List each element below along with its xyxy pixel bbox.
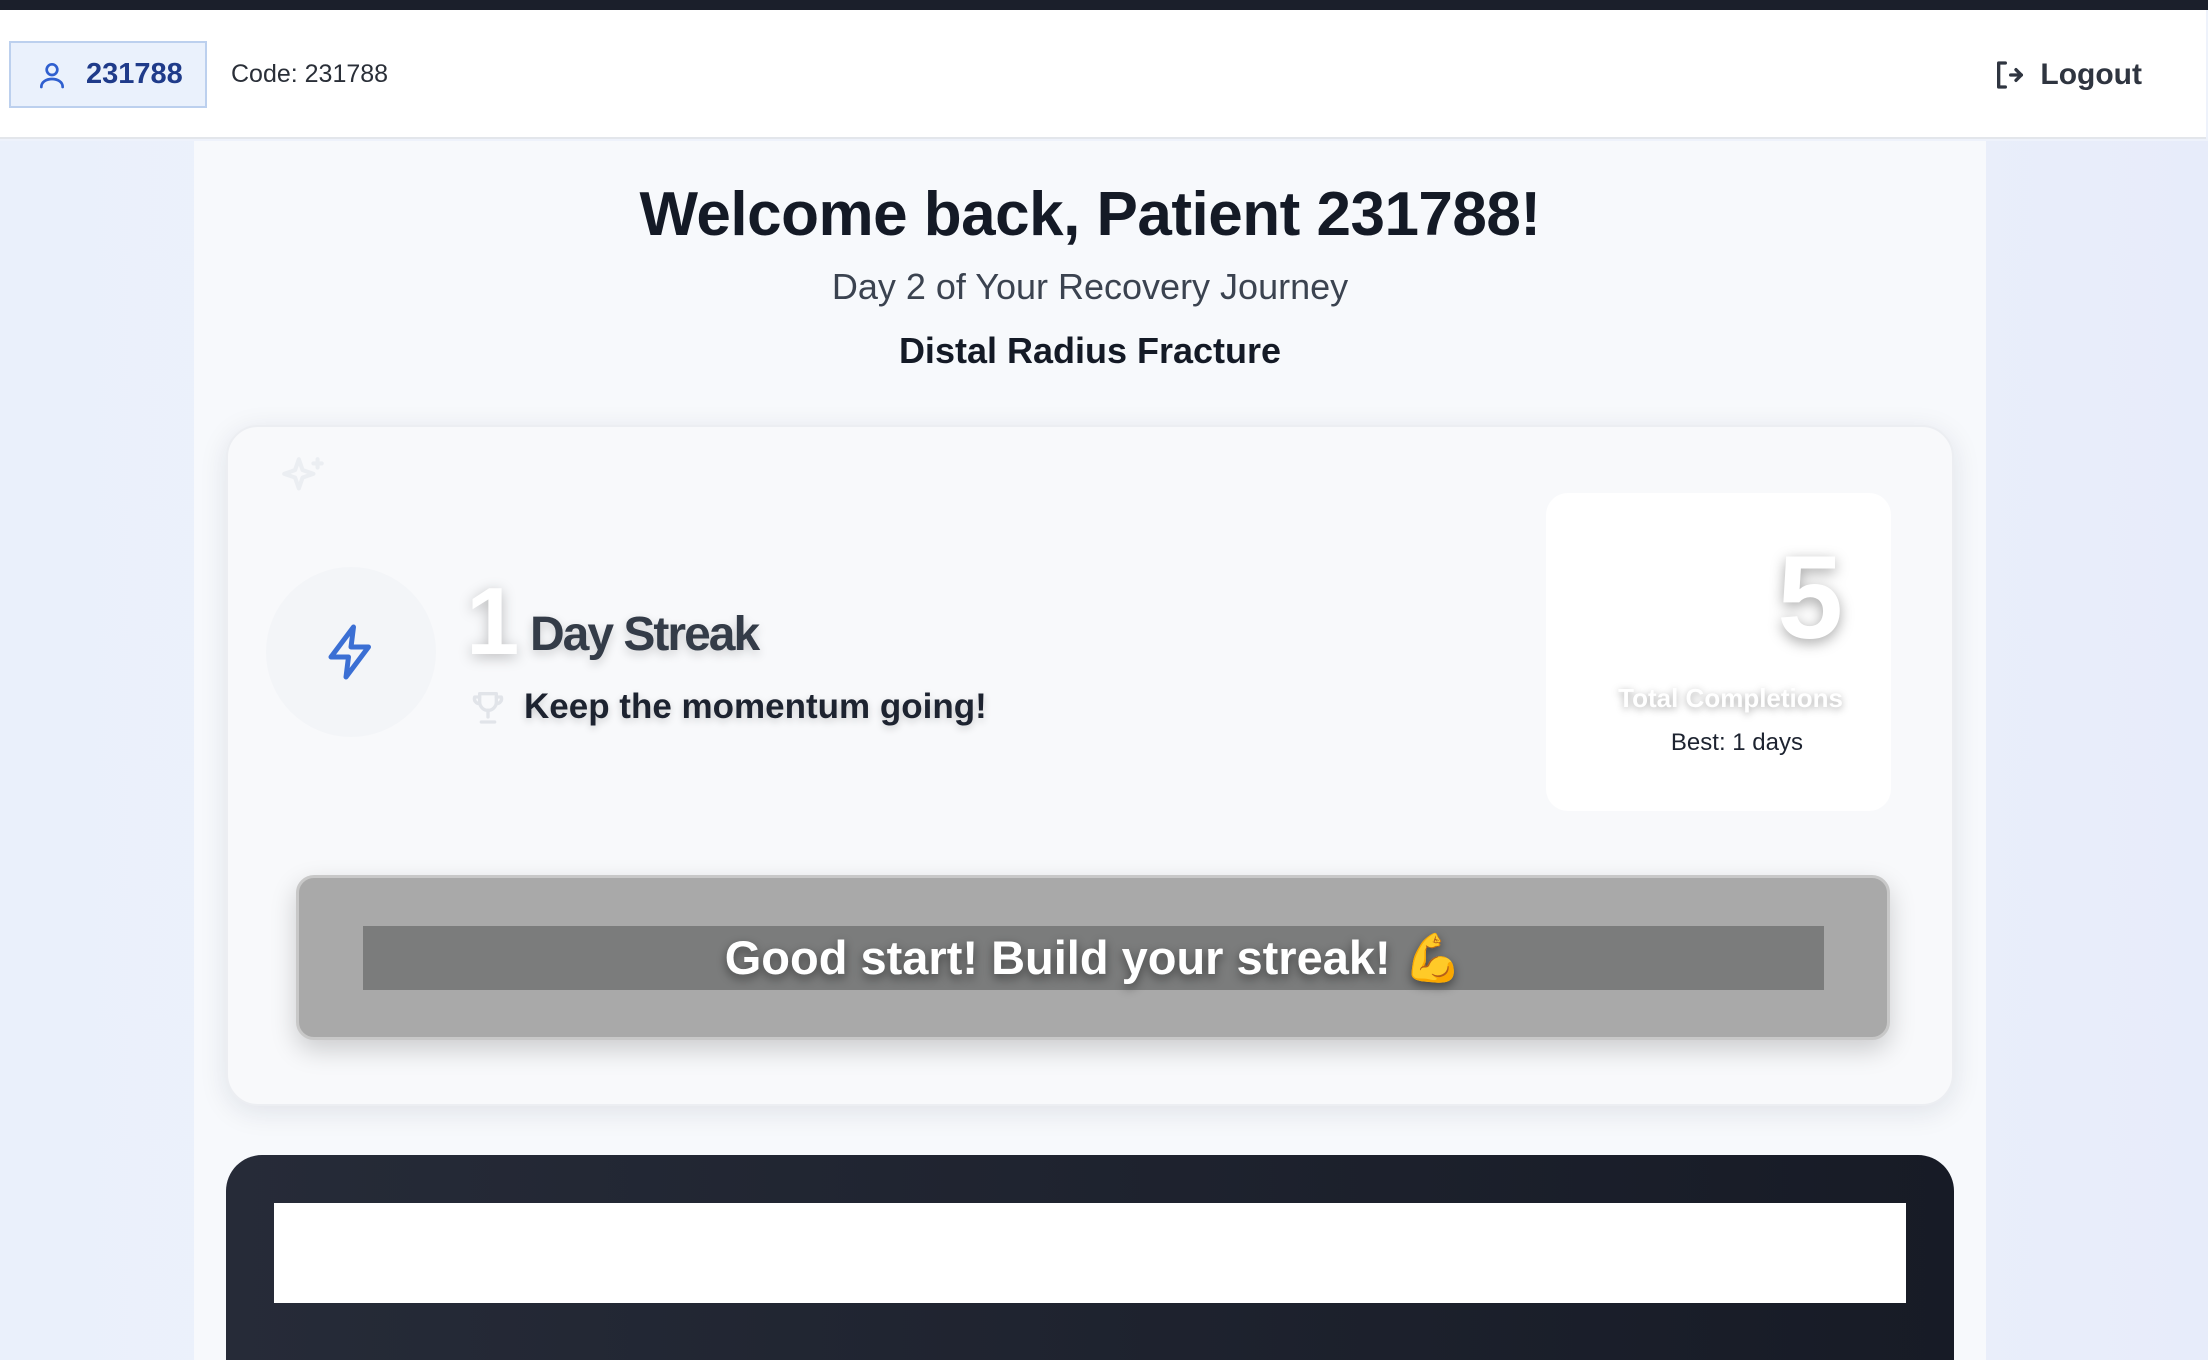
logout-button[interactable]: Logout — [1992, 53, 2142, 97]
streak-count: 1 — [466, 568, 520, 675]
completions-box: 5 Total Completions Best: 1 days — [1546, 493, 1891, 811]
patient-code: Code: 231788 — [231, 60, 389, 88]
streak-badge — [266, 567, 436, 737]
streak-card: 1 Day Streak Keep the momentum going! 5 … — [226, 425, 1954, 1106]
blank-panel-field[interactable] — [274, 1203, 1906, 1303]
user-chip[interactable]: 231788 — [9, 41, 207, 108]
header: 231788 Code: 231788 Logout — [0, 10, 2206, 139]
motivation-text: Good start! Build your streak! 💪 — [363, 926, 1824, 990]
momentum-message: Keep the momentum going! — [524, 687, 987, 726]
main-content: Welcome back, Patient 231788! Day 2 of Y… — [194, 141, 1986, 1360]
condition-name: Distal Radius Fracture — [898, 330, 1282, 371]
total-completions-count: 5 — [1777, 532, 1843, 664]
trophy-icon — [472, 692, 504, 724]
dark-panel — [226, 1155, 1954, 1360]
total-completions-label: Total Completions — [1618, 683, 1843, 713]
lightning-icon — [328, 624, 371, 680]
top-strip — [0, 0, 2208, 10]
logout-icon — [1997, 61, 2024, 89]
best-streak: Best: 1 days — [1670, 729, 1803, 756]
sparkle-icon — [282, 457, 324, 491]
welcome-title: Welcome back, Patient 231788! — [639, 180, 1541, 249]
logout-label: Logout — [2040, 58, 2142, 91]
journey-subtitle: Day 2 of Your Recovery Journey — [831, 266, 1349, 307]
streak-label: Day Streak — [530, 608, 760, 661]
user-id: 231788 — [86, 58, 183, 90]
motivation-banner: Good start! Build your streak! 💪 — [296, 875, 1890, 1040]
user-icon — [40, 62, 64, 88]
